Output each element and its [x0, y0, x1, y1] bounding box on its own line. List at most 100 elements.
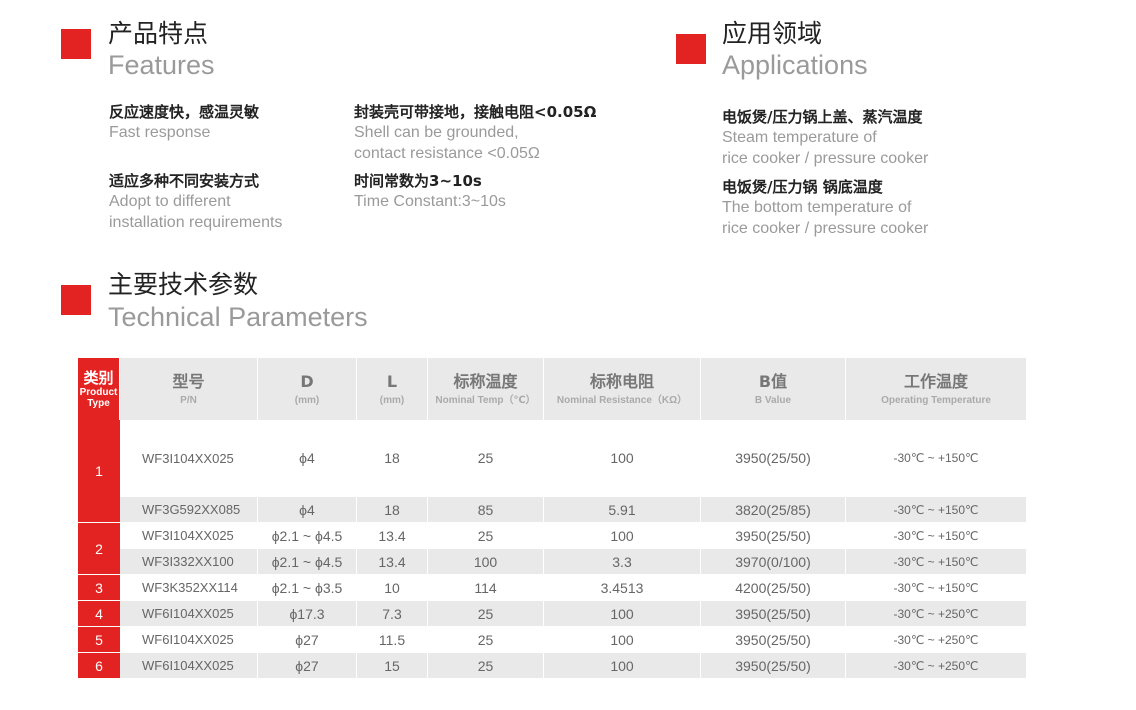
- header-b-cn: B值: [758, 371, 788, 391]
- header-res-cn: 标称电阻: [589, 371, 654, 391]
- product-type-cell: 4: [78, 601, 120, 627]
- op-cell: -30℃ ~ +250℃: [846, 601, 1027, 627]
- header-d: D (mm): [258, 358, 357, 420]
- product-type-cell: 1: [78, 420, 120, 523]
- application-en: rice cooker / pressure cooker: [722, 150, 929, 167]
- b-cell: 3950(25/50): [701, 653, 846, 679]
- feature-item: 适应多种不同安装方式 Adopt to different installati…: [109, 171, 282, 233]
- header-operating-temp: 工作温度 Operating Temperature: [846, 358, 1027, 420]
- product-type-cell: 3: [78, 575, 120, 601]
- application-cn: 电饭煲/压力锅上盖、蒸汽温度: [722, 108, 923, 126]
- header-temp-en: Nominal Temp（℃）: [435, 394, 536, 406]
- feature-cn: 时间常数为3~10s: [354, 172, 482, 190]
- b-cell: 3950(25/50): [701, 627, 846, 653]
- header-b-en: B Value: [754, 394, 792, 406]
- table-row: 4 WF6I104XX025 ϕ17.3 7.3 25 100 3950(25/…: [78, 601, 1027, 627]
- pn-cell: WF3I104XX025: [120, 420, 258, 497]
- l-cell: 15: [357, 653, 428, 679]
- table-row: WF3I332XX100 ϕ2.1 ~ ϕ4.5 13.4 100 3.3 39…: [78, 549, 1027, 575]
- op-cell: -30℃ ~ +150℃: [846, 497, 1027, 523]
- temp-cell: 25: [428, 523, 544, 549]
- feature-item: 时间常数为3~10s Time Constant:3~10s: [354, 171, 506, 212]
- op-cell: -30℃ ~ +150℃: [846, 523, 1027, 549]
- temp-cell: 25: [428, 420, 544, 497]
- op-cell: -30℃ ~ +250℃: [846, 627, 1027, 653]
- feature-item: 反应速度快，感温灵敏 Fast response: [109, 102, 259, 143]
- d-cell: ϕ4: [258, 420, 357, 497]
- table-row: 2 WF3I104XX025 ϕ2.1 ~ ϕ4.5 13.4 25 100 3…: [78, 523, 1027, 575]
- applications-title-en: Applications: [722, 50, 868, 80]
- res-cell: 3.4513: [544, 575, 701, 601]
- table-row: 3 WF3K352XX114 ϕ2.1 ~ ϕ3.5 10 114 3.4513…: [78, 575, 1027, 601]
- feature-en: Fast response: [109, 124, 211, 141]
- op-cell: -30℃ ~ +150℃: [846, 549, 1027, 575]
- application-en: Steam temperature of: [722, 129, 877, 146]
- l-cell: 18: [357, 497, 428, 523]
- d-cell: ϕ2.1 ~ ϕ4.5: [258, 523, 357, 549]
- pn-cell: WF3I332XX100: [120, 549, 258, 575]
- temp-cell: 25: [428, 627, 544, 653]
- feature-cn: 适应多种不同安装方式: [109, 172, 260, 190]
- d-cell: ϕ27: [258, 653, 357, 679]
- header-temp-cn: 标称温度: [453, 371, 518, 391]
- d-cell: ϕ2.1 ~ ϕ4.5: [258, 549, 357, 575]
- product-type-cell: 6: [78, 653, 120, 679]
- header-b-value: B值 B Value: [701, 358, 846, 420]
- res-cell: 100: [544, 420, 701, 497]
- res-cell: 100: [544, 653, 701, 679]
- header-d-en: (mm): [294, 394, 320, 406]
- feature-en: Time Constant:3~10s: [354, 193, 506, 210]
- res-cell: 3.3: [544, 549, 701, 575]
- d-cell: ϕ27: [258, 627, 357, 653]
- header-l-en: (mm): [379, 394, 405, 406]
- applications-title-cn: 应用领域: [722, 19, 823, 48]
- l-cell: 11.5: [357, 627, 428, 653]
- header-l-cn: L: [386, 371, 398, 391]
- b-cell: 3950(25/50): [701, 601, 846, 627]
- pn-cell: WF3I104XX025: [120, 523, 258, 549]
- d-cell: ϕ2.1 ~ ϕ3.5: [258, 575, 357, 601]
- application-en: The bottom temperature of: [722, 199, 912, 216]
- header-pn-en: P/N: [180, 394, 197, 406]
- header-pn-cn: 型号: [172, 371, 205, 391]
- b-cell: 3950(25/50): [701, 420, 846, 497]
- technical-title-cn: 主要技术参数: [108, 270, 259, 299]
- features-marker: [61, 29, 91, 59]
- header-op-en: Operating Temperature: [881, 394, 991, 406]
- product-type-cell: 5: [78, 627, 120, 653]
- application-cn: 电饭煲/压力锅 锅底温度: [722, 178, 883, 196]
- res-cell: 100: [544, 523, 701, 549]
- l-cell: 10: [357, 575, 428, 601]
- header-pn: 型号 P/N: [120, 358, 258, 420]
- feature-en: Adopt to different: [109, 193, 231, 210]
- op-cell: -30℃ ~ +250℃: [846, 653, 1027, 679]
- product-type-cell: 2: [78, 523, 120, 575]
- application-item: 电饭煲/压力锅上盖、蒸汽温度 Steam temperature of rice…: [722, 107, 928, 169]
- header-nominal-resistance: 标称电阻 Nominal Resistance（KΩ）: [544, 358, 701, 420]
- header-nominal-temp: 标称温度 Nominal Temp（℃）: [428, 358, 544, 420]
- l-cell: 13.4: [357, 549, 428, 575]
- feature-en: Shell can be grounded,: [354, 124, 519, 141]
- pn-cell: WF6I104XX025: [120, 653, 258, 679]
- d-cell: ϕ4: [258, 497, 357, 523]
- table-row: WF3G592XX085 ϕ4 18 85 5.91 3820(25/85) -…: [78, 497, 1027, 523]
- res-cell: 5.91: [544, 497, 701, 523]
- temp-cell: 100: [428, 549, 544, 575]
- table-header-row: 类别 Product Type 型号 P/N D (mm) L (mm) 标称温…: [78, 358, 1027, 420]
- technical-marker: [61, 285, 91, 315]
- temp-cell: 25: [428, 601, 544, 627]
- d-cell: ϕ17.3: [258, 601, 357, 627]
- b-cell: 4200(25/50): [701, 575, 846, 601]
- l-cell: 7.3: [357, 601, 428, 627]
- table-row: 5 WF6I104XX025 ϕ27 11.5 25 100 3950(25/5…: [78, 627, 1027, 653]
- feature-cn: 反应速度快，感温灵敏: [109, 103, 260, 121]
- l-cell: 13.4: [357, 523, 428, 549]
- op-cell: -30℃ ~ +150℃: [846, 420, 1027, 497]
- applications-marker: [676, 34, 706, 64]
- table-row: 1 WF3I104XX025 ϕ4 18 25 100 3950(25/50) …: [78, 420, 1027, 523]
- feature-en: installation requirements: [109, 214, 283, 231]
- header-l: L (mm): [357, 358, 428, 420]
- header-d-cn: D: [300, 371, 314, 391]
- pn-cell: WF3K352XX114: [120, 575, 258, 601]
- pn-cell: WF3G592XX085: [120, 497, 258, 523]
